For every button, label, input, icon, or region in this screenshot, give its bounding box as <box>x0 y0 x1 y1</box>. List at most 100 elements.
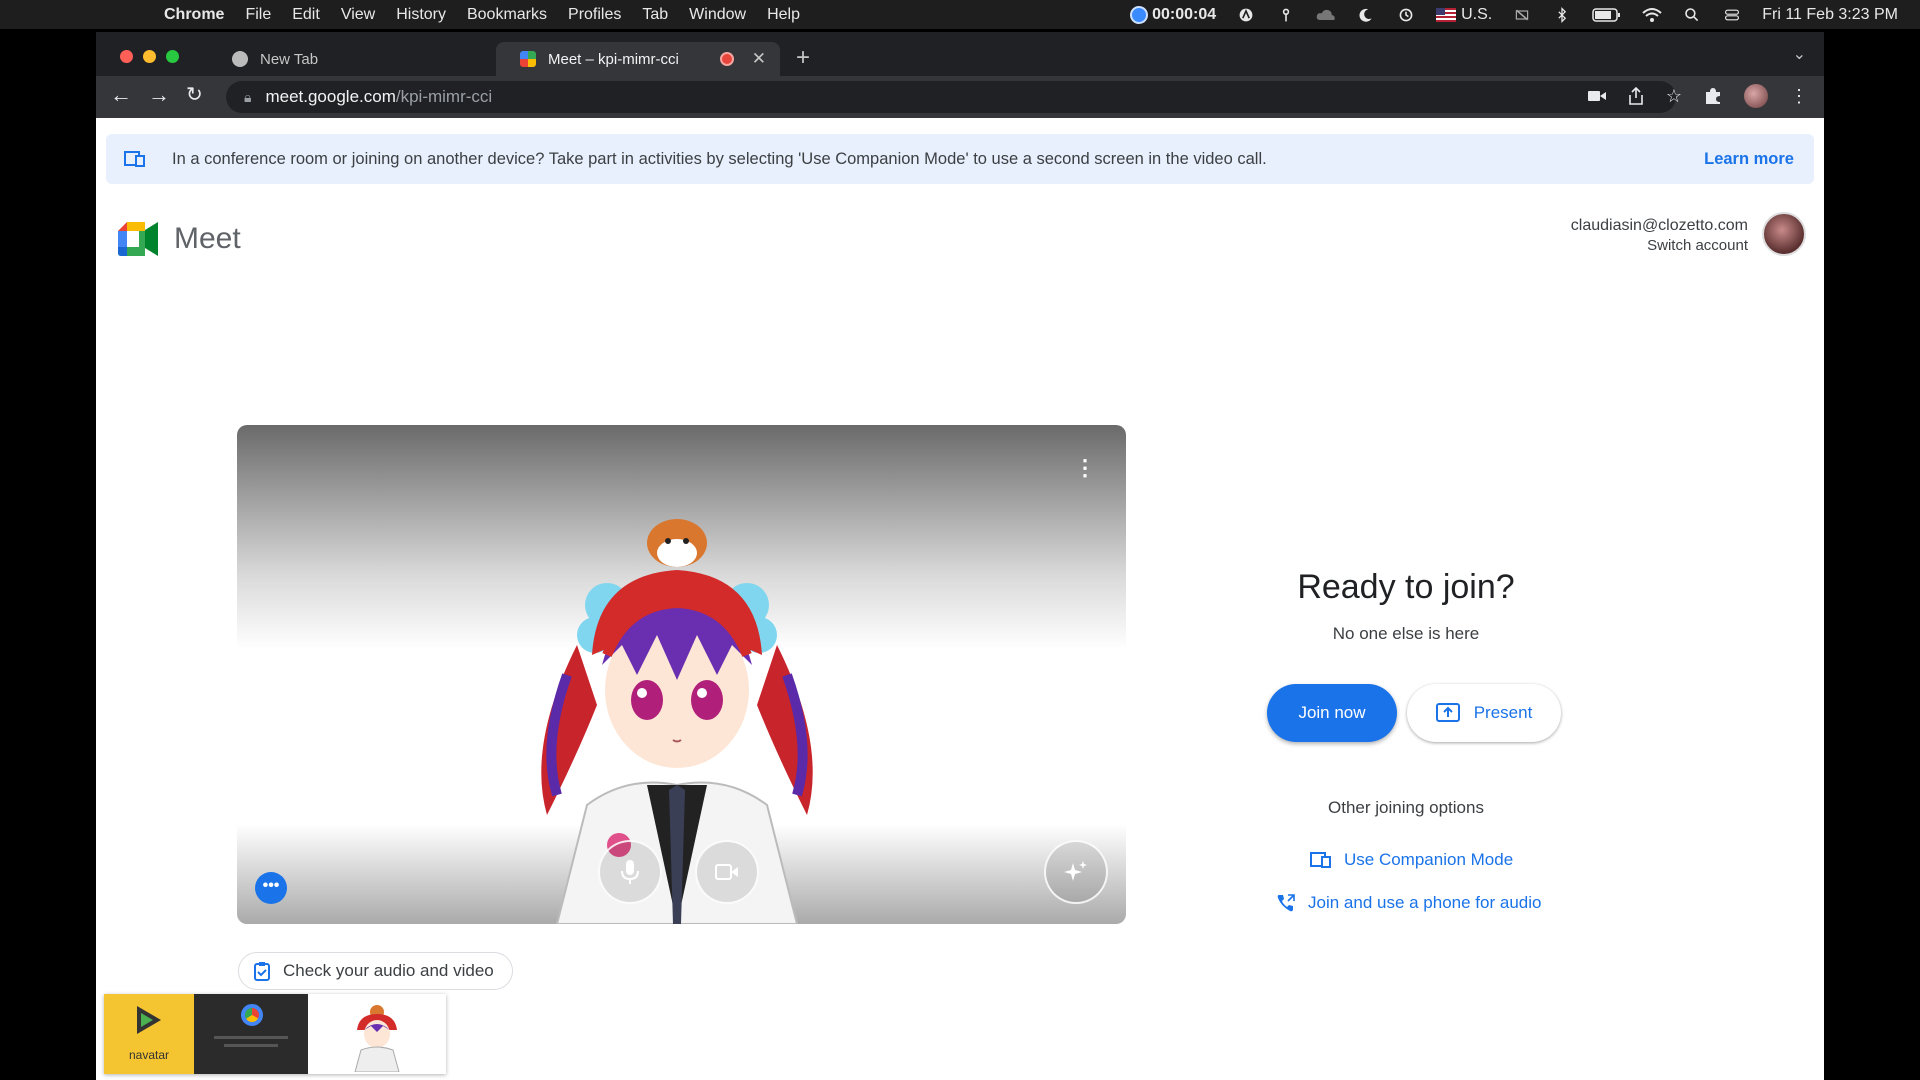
video-camera-icon <box>715 864 738 880</box>
meet-wordmark: Meet <box>174 222 241 255</box>
browser-toolbar: ← → ↻ 🔒︎ meet.google.com/kpi-mimr-cci ☆ … <box>96 76 1824 118</box>
menu-view[interactable]: View <box>341 6 375 24</box>
companion-mode-banner: In a conference room or joining on anoth… <box>106 134 1814 184</box>
toolbar-actions: ☆ ⋮ <box>1587 84 1808 108</box>
companion-devices-icon <box>1310 852 1331 868</box>
meet-page: In a conference room or joining on anoth… <box>96 118 1824 1080</box>
chrome-favicon-icon <box>232 51 248 67</box>
preview-options-kebab-icon[interactable]: ⋮ <box>1074 455 1096 481</box>
forward-arrow-icon[interactable]: → <box>148 82 170 108</box>
control-center-icon[interactable] <box>1722 7 1742 23</box>
account-avatar[interactable] <box>1762 212 1806 256</box>
meet-logo-icon <box>118 222 158 256</box>
use-companion-mode-label: Use Companion Mode <box>1344 850 1514 869</box>
battery-icon[interactable] <box>1592 7 1622 23</box>
avatar-preview-thumbnail[interactable] <box>308 994 446 1074</box>
browser-window: New Tab ✕ Meet – kpi-mimr-cci ✕ + ⌄ ← → … <box>96 32 1824 1080</box>
spotlight-search-icon[interactable] <box>1682 7 1702 23</box>
more-effects-button[interactable]: ••• <box>255 872 287 904</box>
menu-window[interactable]: Window <box>689 6 746 24</box>
recording-indicator[interactable]: 00:00:04 <box>1130 5 1217 24</box>
tab-search-chevron-icon[interactable]: ⌄ <box>1793 44 1806 64</box>
recording-tab-icon <box>720 52 734 66</box>
clipboard-check-icon <box>254 962 270 981</box>
share-icon[interactable] <box>1628 87 1644 105</box>
switch-account-link[interactable]: Switch account <box>1571 236 1748 256</box>
keyboard-input-source[interactable]: U.S. <box>1436 6 1492 24</box>
account-info: claudiasin@clozetto.com Switch account <box>1571 216 1748 256</box>
tab-meet[interactable]: Meet – kpi-mimr-cci ✕ <box>496 42 780 76</box>
menu-chrome[interactable]: Chrome <box>164 6 224 24</box>
navatar-app-thumbnail[interactable]: navatar <box>104 994 194 1074</box>
menu-bookmarks[interactable]: Bookmarks <box>467 6 547 24</box>
other-joining-options-heading: Other joining options <box>1328 798 1484 817</box>
self-video-preview: ⋮ ••• <box>237 425 1126 924</box>
profile-avatar[interactable] <box>1744 84 1768 108</box>
cloud-icon[interactable] <box>1316 7 1336 23</box>
camera-toggle-button[interactable] <box>695 840 759 904</box>
menubar-clock[interactable]: Fri 11 Feb 3:23 PM <box>1762 6 1898 24</box>
menu-profiles[interactable]: Profiles <box>568 6 621 24</box>
phone-forward-icon <box>1277 894 1295 912</box>
new-tab-plus-icon[interactable]: + <box>796 44 810 72</box>
thumbnail-text-line <box>224 1044 278 1047</box>
menu-history[interactable]: History <box>396 6 446 24</box>
menu-tab[interactable]: Tab <box>642 6 668 24</box>
zoom-window-button[interactable] <box>166 50 179 63</box>
screen-mirroring-off-icon[interactable] <box>1512 7 1532 23</box>
address-bar[interactable]: 🔒︎ meet.google.com/kpi-mimr-cci <box>226 81 1676 113</box>
check-audio-video-button[interactable]: Check your audio and video <box>238 952 513 990</box>
reload-icon[interactable]: ↻ <box>186 82 203 107</box>
window-controls <box>120 50 179 63</box>
menu-file[interactable]: File <box>245 6 271 24</box>
back-arrow-icon[interactable]: ← <box>110 82 132 108</box>
join-now-button[interactable]: Join now <box>1267 684 1397 742</box>
camera-in-use-icon[interactable] <box>1587 89 1606 103</box>
anime-avatar-image <box>541 519 813 924</box>
airdrop-icon[interactable] <box>1276 7 1296 23</box>
keyboard-label: U.S. <box>1461 5 1493 23</box>
floating-thumbnail-strip: navatar <box>104 994 446 1074</box>
recording-time: 00:00:04 <box>1152 5 1217 23</box>
learn-more-link[interactable]: Learn more <box>1704 150 1794 169</box>
account-email: claudiasin@clozetto.com <box>1570 217 1748 234</box>
companion-devices-icon <box>124 151 145 167</box>
close-window-button[interactable] <box>120 50 133 63</box>
wifi-icon[interactable] <box>1642 7 1662 23</box>
chrome-menu-kebab-icon[interactable]: ⋮ <box>1790 86 1808 107</box>
bookmark-star-icon[interactable]: ☆ <box>1666 86 1682 107</box>
join-with-phone-link[interactable]: Join and use a phone for audio <box>1276 893 1541 913</box>
present-screen-icon <box>1435 703 1460 722</box>
macos-menubar: Chrome File Edit View History Bookmarks … <box>0 0 1920 29</box>
present-button[interactable]: Present <box>1407 684 1561 742</box>
record-icon <box>1130 5 1149 24</box>
bluetooth-icon[interactable] <box>1552 6 1572 23</box>
participants-status: No one else is here <box>1332 624 1480 643</box>
use-companion-mode-link[interactable]: Use Companion Mode <box>1310 850 1513 870</box>
mini-avatar-image <box>354 1005 400 1072</box>
moon-icon[interactable] <box>1356 7 1376 23</box>
lock-icon[interactable]: 🔒︎ <box>244 89 251 106</box>
microphone-icon <box>621 860 639 884</box>
extensions-puzzle-icon[interactable] <box>1704 87 1722 105</box>
navatar-label: navatar <box>128 1048 170 1062</box>
tab-strip: New Tab ✕ Meet – kpi-mimr-cci ✕ + ⌄ <box>96 32 1824 76</box>
accessibility-icon[interactable] <box>1236 7 1256 23</box>
us-flag-icon <box>1436 7 1457 22</box>
close-tab-icon[interactable]: ✕ <box>752 49 766 69</box>
present-label: Present <box>1473 703 1533 722</box>
menubar-status-area: 00:00:04 U.S. Fri 11 Feb 3:23 PM <box>1130 0 1898 29</box>
menu-edit[interactable]: Edit <box>292 6 320 24</box>
microphone-toggle-button[interactable] <box>598 840 662 904</box>
time-machine-icon[interactable] <box>1396 7 1416 23</box>
menu-help[interactable]: Help <box>767 6 800 24</box>
meet-logo[interactable]: Meet <box>118 222 241 256</box>
banner-text: In a conference room or joining on anoth… <box>172 149 1267 168</box>
ready-to-join-heading: Ready to join? <box>1297 568 1515 606</box>
dark-window-thumbnail[interactable] <box>194 994 308 1074</box>
visual-effects-button[interactable] <box>1044 840 1108 904</box>
navatar-logo-icon <box>137 1006 161 1034</box>
tab-title: Meet – kpi-mimr-cci <box>548 50 679 68</box>
minimize-window-button[interactable] <box>143 50 156 63</box>
url-path: /kpi-mimr-cci <box>395 87 493 106</box>
